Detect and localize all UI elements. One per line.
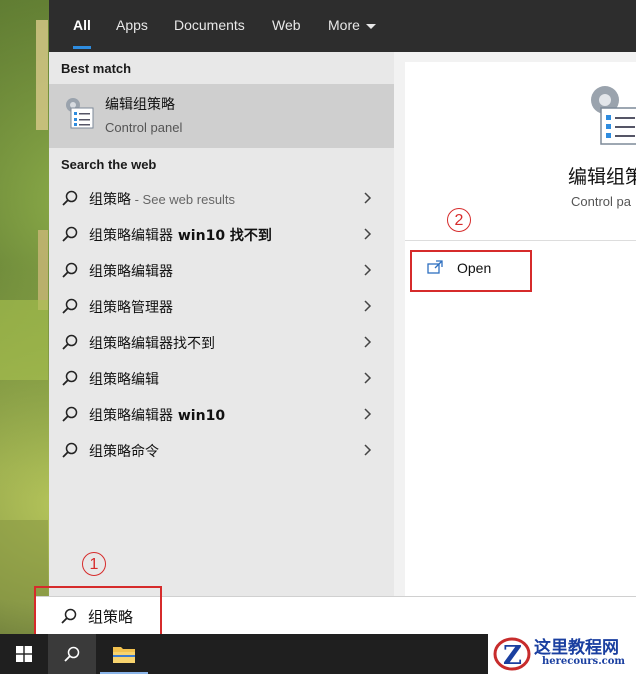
watermark-url: herecours.com bbox=[542, 656, 626, 667]
best-match-item[interactable]: 编辑组策略 Control panel bbox=[49, 84, 394, 148]
step-2-marker: 2 bbox=[447, 208, 471, 232]
chevron-right-icon bbox=[364, 228, 372, 240]
open-highlight-box bbox=[410, 250, 532, 292]
start-button[interactable] bbox=[0, 634, 48, 674]
best-match-subtitle: Control panel bbox=[105, 120, 183, 135]
search-web-heading: Search the web bbox=[61, 157, 157, 172]
search-icon bbox=[62, 442, 78, 458]
chevron-right-icon bbox=[364, 444, 372, 456]
chevron-right-icon bbox=[364, 372, 372, 384]
web-result-item[interactable]: 组策略编辑 bbox=[49, 360, 394, 396]
watermark-name: 这里教程网 bbox=[534, 638, 619, 658]
file-explorer-button[interactable] bbox=[100, 634, 148, 674]
best-match-heading: Best match bbox=[61, 61, 132, 76]
web-result-item[interactable]: 组策略 - See web results bbox=[49, 180, 394, 216]
web-result-text: 组策略编辑 bbox=[89, 372, 159, 388]
web-result-item[interactable]: 组策略编辑器找不到 bbox=[49, 324, 394, 360]
search-icon bbox=[62, 334, 78, 350]
search-icon bbox=[62, 406, 78, 422]
web-result-suffix: - See web results bbox=[131, 192, 236, 207]
start-menu: All Apps Documents Web More Best match 编… bbox=[49, 0, 636, 634]
step-1-marker: 1 bbox=[82, 552, 106, 576]
web-result-text: 组策略编辑器找不到 bbox=[89, 336, 215, 352]
results-list: Best match 编辑组策略 Control panel Search th… bbox=[49, 52, 394, 634]
preview-title: 编辑组策 bbox=[568, 166, 636, 188]
search-icon bbox=[64, 646, 80, 662]
web-result-text: 组策略编辑器 bbox=[89, 228, 173, 244]
web-result-text: 组策略管理器 bbox=[89, 300, 173, 316]
web-result-text: 组策略编辑器 bbox=[89, 408, 173, 424]
web-result-bold: win10 找不到 bbox=[173, 228, 272, 244]
web-result-text: 组策略 bbox=[89, 192, 131, 208]
search-icon bbox=[62, 226, 78, 242]
chevron-right-icon bbox=[364, 336, 372, 348]
svg-text:Z: Z bbox=[503, 641, 522, 671]
chevron-right-icon bbox=[364, 408, 372, 420]
web-result-item[interactable]: 组策略编辑器 bbox=[49, 252, 394, 288]
watermark: Z 这里教程网 herecours.com bbox=[488, 630, 636, 674]
group-policy-icon bbox=[66, 98, 94, 129]
preview-subtitle: Control pa bbox=[571, 194, 631, 209]
web-result-item[interactable]: 组策略编辑器 win10 找不到 bbox=[49, 216, 394, 252]
web-result-text: 组策略命令 bbox=[89, 444, 159, 460]
best-match-title: 编辑组策略 bbox=[105, 97, 175, 113]
web-result-bold: win10 bbox=[173, 408, 226, 424]
chevron-right-icon bbox=[364, 192, 372, 204]
chevron-down-icon bbox=[365, 23, 376, 29]
web-result-item[interactable]: 组策略命令 bbox=[49, 432, 394, 468]
windows-logo-icon bbox=[16, 646, 32, 662]
tab-more[interactable]: More bbox=[328, 0, 376, 52]
folder-icon bbox=[113, 647, 135, 663]
web-result-text: 组策略编辑器 bbox=[89, 264, 173, 280]
taskbar-search-button[interactable] bbox=[48, 634, 96, 674]
divider bbox=[405, 240, 636, 241]
chevron-right-icon bbox=[364, 300, 372, 312]
search-icon bbox=[62, 298, 78, 314]
web-result-item[interactable]: 组策略编辑器 win10 bbox=[49, 396, 394, 432]
search-icon bbox=[62, 190, 78, 206]
search-icon bbox=[62, 370, 78, 386]
group-policy-icon bbox=[591, 86, 636, 145]
search-filter-tabs: All Apps Documents Web More bbox=[49, 0, 636, 52]
web-result-item[interactable]: 组策略管理器 bbox=[49, 288, 394, 324]
tab-apps[interactable]: Apps bbox=[116, 0, 148, 52]
chevron-right-icon bbox=[364, 264, 372, 276]
preview-pane: 编辑组策 Control pa Open bbox=[405, 62, 636, 634]
site-logo-icon: Z bbox=[493, 637, 531, 671]
search-icon bbox=[62, 262, 78, 278]
tab-documents[interactable]: Documents bbox=[174, 0, 245, 52]
tab-web[interactable]: Web bbox=[272, 0, 301, 52]
tab-all[interactable]: All bbox=[73, 0, 91, 52]
